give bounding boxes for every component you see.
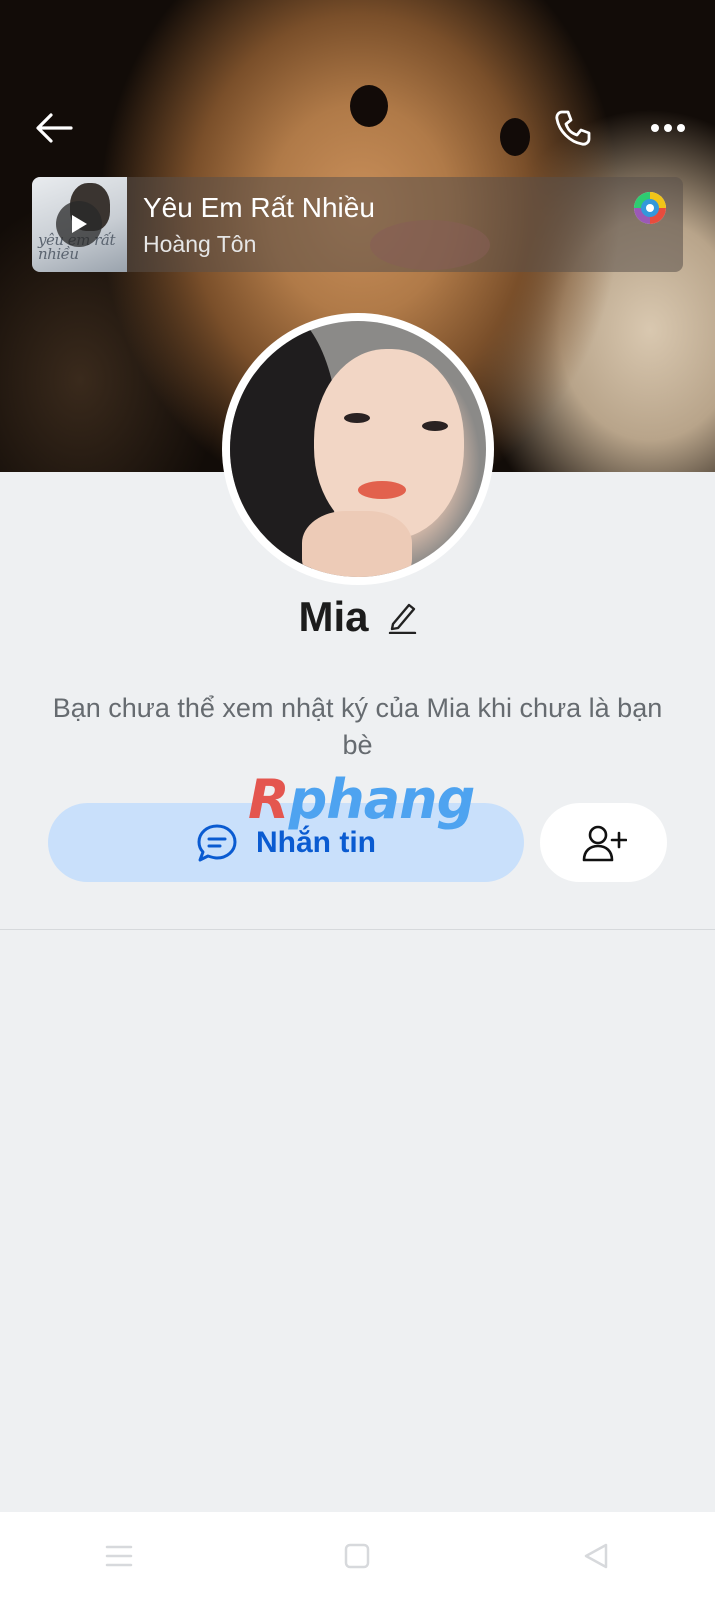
cover-decoration [350,85,388,127]
square-home-icon [345,1543,370,1569]
watermark-part-2: phang [288,768,476,831]
song-artist: Hoàng Tôn [143,231,257,257]
avatar-image [230,321,486,577]
pencil-icon[interactable] [387,600,417,634]
music-disc-icon [634,192,666,224]
avatar[interactable] [222,313,494,585]
music-info: Yêu Em Rất Nhiều Hoàng Tôn [127,191,683,258]
nav-recents-button[interactable] [89,1526,149,1586]
cover-decoration [500,118,530,156]
divider [0,929,715,930]
nav-back-button[interactable] [566,1526,626,1586]
add-friend-button[interactable] [540,803,667,882]
avatar-decoration [358,481,406,499]
menu-lines-icon [105,1545,133,1567]
watermark-logo: Rphang [248,768,476,831]
play-button[interactable] [56,201,102,247]
chat-bubble-icon [197,824,237,861]
more-horizontal-icon [651,124,685,132]
arrow-left-icon [36,113,73,143]
system-nav-bar [0,1512,715,1600]
song-title: Yêu Em Rất Nhiều [143,192,375,223]
watermark-part-1: R [248,768,290,831]
profile-music-card[interactable]: yêu em rất nhiều Yêu Em Rất Nhiều Hoàng … [32,177,683,272]
profile-name: Mia [298,593,369,640]
avatar-decoration [314,349,464,539]
back-button[interactable] [30,104,78,152]
more-button[interactable] [644,104,692,152]
nav-home-button[interactable] [327,1526,387,1586]
privacy-info-text: Bạn chưa thể xem nhật ký của Mia khi chư… [52,693,663,760]
add-friend-icon [582,825,627,861]
phone-icon [555,110,591,146]
triangle-back-icon [584,1543,608,1569]
avatar-decoration [344,413,370,423]
call-button[interactable] [548,104,596,152]
profile-name-row: Mia [0,585,715,649]
avatar-decoration [422,421,448,431]
album-cover: yêu em rất nhiều [32,177,127,272]
avatar-decoration [302,511,412,577]
play-icon [72,215,87,233]
